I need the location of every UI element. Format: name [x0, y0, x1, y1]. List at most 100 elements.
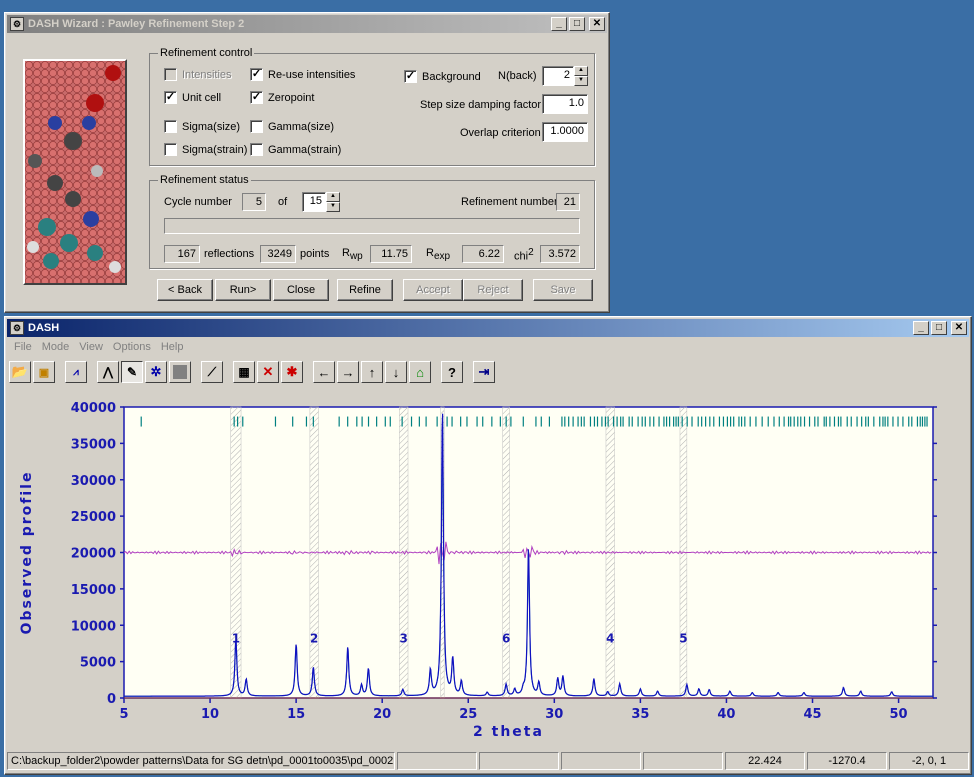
pencil-icon[interactable]: ✎: [121, 361, 143, 383]
region-label: 5: [679, 631, 687, 645]
arrow-left-icon[interactable]: ←: [313, 361, 335, 383]
stop-icon[interactable]: [169, 361, 191, 383]
chi-label-main: chi: [514, 250, 529, 263]
background-label: Background: [422, 70, 481, 83]
x-tick-label: 45: [803, 707, 821, 722]
rwp-label-sub: wp: [349, 251, 363, 263]
sigma-size-checkbox[interactable]: Sigma(size): [164, 120, 240, 133]
rexp-label-main: R: [426, 247, 434, 259]
nback-spinner[interactable]: ▲ ▼: [574, 66, 588, 86]
close-button[interactable]: Close: [273, 279, 329, 301]
minimize-button[interactable]: _: [551, 17, 567, 31]
arrow-up-icon[interactable]: ↑: [361, 361, 383, 383]
reuse-intensities-checkbox[interactable]: ✓ Re-use intensities: [250, 68, 355, 81]
chart-area[interactable]: 1 2 3 6 4 5 0 5000 10000 15000 20000 25000 30000 3500…: [9, 387, 967, 740]
intensities-box: [164, 68, 177, 81]
molecule-svg: [25, 61, 125, 283]
chi-value: 3.572: [540, 245, 580, 263]
menu-options[interactable]: Options: [108, 339, 156, 357]
spin-down-icon[interactable]: ▼: [574, 76, 588, 86]
status-panel-5: [643, 752, 723, 770]
sigma-strain-box: [164, 143, 177, 156]
overlap-field[interactable]: 1.0000: [542, 122, 588, 142]
back-button[interactable]: < Back: [157, 279, 213, 301]
y-tick-label: 10000: [71, 619, 116, 634]
x-tick-label: 15: [287, 707, 305, 722]
menu-file[interactable]: File: [9, 339, 37, 357]
rwp-value: 11.75: [370, 245, 412, 263]
main-title-bar[interactable]: ⚙ DASH _ □ ✕: [7, 319, 969, 337]
cycle-total-spinner[interactable]: ▲ ▼: [326, 192, 340, 212]
refnum-label: Refinement number: [461, 196, 558, 208]
gamma-strain-checkbox[interactable]: Gamma(strain): [250, 143, 341, 156]
points-label: points: [300, 248, 330, 260]
refinement-status-group: Refinement status Cycle number 5 of 15 ▲…: [149, 174, 595, 269]
gamma-size-checkbox[interactable]: Gamma(size): [250, 120, 334, 133]
open-icon[interactable]: 📂: [9, 361, 31, 383]
reflections-value: 167: [164, 245, 200, 263]
region-label: 6: [502, 631, 510, 645]
intensities-label: Intensities: [182, 68, 232, 81]
arrow-down-icon[interactable]: ↓: [385, 361, 407, 383]
menu-mode[interactable]: Mode: [37, 339, 75, 357]
nback-field[interactable]: 2: [542, 66, 574, 86]
exit-icon[interactable]: ⇥: [473, 361, 495, 383]
damping-field[interactable]: 1.0: [542, 94, 588, 114]
gamma-strain-box: [250, 143, 263, 156]
peak-fit-icon[interactable]: ⋀: [97, 361, 119, 383]
maximize-button[interactable]: □: [931, 321, 947, 335]
cycle-total-field[interactable]: 15: [302, 192, 326, 212]
refine-button[interactable]: Refine: [337, 279, 393, 301]
overlap-label: Overlap criterion: [460, 127, 541, 139]
save-icon[interactable]: ▣: [33, 361, 55, 383]
accept-button[interactable]: Accept: [403, 279, 463, 301]
x-axis-label: 2 theta: [473, 724, 544, 739]
delete-x-icon[interactable]: ✕: [257, 361, 279, 383]
spin-down-icon[interactable]: ▼: [326, 202, 340, 212]
reject-button[interactable]: Reject: [463, 279, 523, 301]
menu-help[interactable]: Help: [156, 339, 189, 357]
background-checkbox[interactable]: ✓ Background: [404, 70, 481, 83]
help-icon[interactable]: ?: [441, 361, 463, 383]
grid-icon[interactable]: ▦: [233, 361, 255, 383]
wand-icon[interactable]: ⟋: [201, 361, 223, 383]
cycle-value: 5: [242, 193, 266, 211]
x-tick-label: 20: [373, 707, 391, 722]
status-panel-3: [479, 752, 559, 770]
arrow-right-icon[interactable]: →: [337, 361, 359, 383]
reflections-label: reflections: [204, 248, 255, 260]
intensities-checkbox[interactable]: Intensities: [164, 68, 232, 81]
settings-star-icon[interactable]: ✲: [145, 361, 167, 383]
nback-label: N(back): [498, 70, 537, 82]
close-window-button[interactable]: ✕: [951, 321, 967, 335]
save-button[interactable]: Save: [533, 279, 593, 301]
home-icon[interactable]: ⌂: [409, 361, 431, 383]
wizard-window: ⚙ DASH Wizard : Pawley Refinement Step 2…: [4, 12, 610, 313]
zeropoint-box: ✓: [250, 91, 263, 104]
gamma-size-box: [250, 120, 263, 133]
powder-pattern-chart[interactable]: 1 2 3 6 4 50500010000150002000025000300003500…: [9, 387, 967, 740]
dash-app-icon: ⚙: [10, 321, 24, 335]
y-tick-label: 0: [107, 692, 116, 707]
minimize-button[interactable]: _: [913, 321, 929, 335]
zeropoint-checkbox[interactable]: ✓ Zeropoint: [250, 91, 314, 104]
unit-cell-checkbox[interactable]: ✓ Unit cell: [164, 91, 221, 104]
status-y: -1270.4: [807, 752, 887, 770]
run-button[interactable]: Run>: [215, 279, 271, 301]
of-label: of: [278, 196, 288, 208]
wizard-title: DASH Wizard : Pawley Refinement Step 2: [28, 18, 245, 30]
wizard-title-bar[interactable]: ⚙ DASH Wizard : Pawley Refinement Step 2…: [7, 15, 607, 33]
spin-up-icon[interactable]: ▲: [574, 66, 588, 76]
close-window-button[interactable]: ✕: [589, 17, 605, 31]
status-x: 22.424: [725, 752, 805, 770]
rwp-label-main: R: [342, 247, 350, 259]
sigma-strain-checkbox[interactable]: Sigma(strain): [164, 143, 247, 156]
spin-up-icon[interactable]: ▲: [326, 192, 340, 202]
region-label: 3: [400, 631, 408, 645]
damping-label: Step size damping factor: [420, 99, 542, 111]
points-value: 3249: [260, 245, 296, 263]
menu-view[interactable]: View: [74, 339, 108, 357]
spectrum-icon[interactable]: ⩘: [65, 361, 87, 383]
bug-icon[interactable]: ✱: [281, 361, 303, 383]
maximize-button[interactable]: □: [569, 17, 585, 31]
